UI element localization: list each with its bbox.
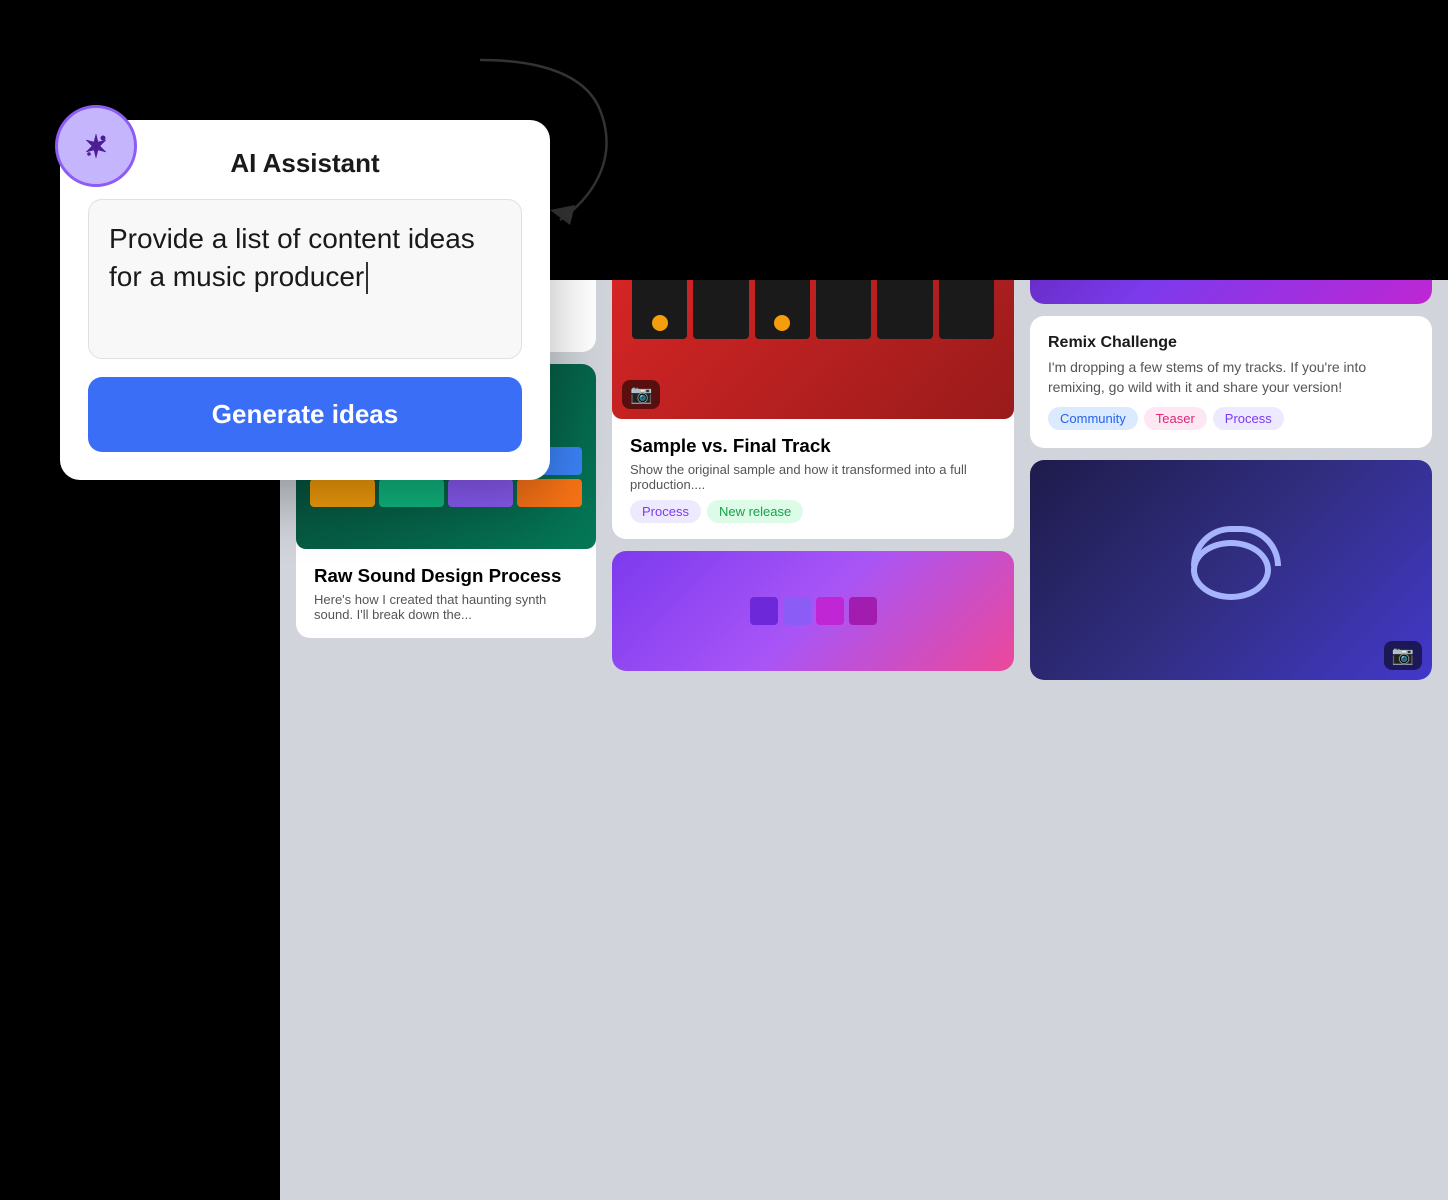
video-icon-headphone: 📷	[1384, 641, 1422, 670]
ai-assistant-panel: AI Assistant Provide a list of content i…	[60, 120, 550, 480]
card-green-partial[interactable]	[612, 551, 1014, 671]
ai-input-area[interactable]: Provide a list of content ideas for a mu…	[88, 199, 522, 359]
card-sample-desc: Show the original sample and how it tran…	[630, 462, 996, 492]
ai-input-text: Provide a list of content ideas for a mu…	[109, 223, 475, 292]
text-cursor	[366, 262, 368, 294]
card-sample-title: Sample vs. Final Track	[630, 435, 996, 457]
tag-community-remix: Community	[1048, 407, 1138, 430]
card-raw-sound-desc: Here's how I created that haunting synth…	[314, 592, 578, 622]
video-icon-sample: 📷	[622, 380, 660, 409]
ai-panel-title: AI Assistant	[88, 148, 522, 179]
card-remix-title: Remix Challenge	[1048, 334, 1414, 352]
card-remix-desc: I'm dropping a few stems of my tracks. I…	[1048, 358, 1414, 397]
card-raw-sound-title: Raw Sound Design Process	[314, 565, 578, 587]
tag-teaser-remix: Teaser	[1144, 407, 1207, 430]
card-remix[interactable]: Remix Challenge I'm dropping a few stems…	[1030, 316, 1432, 448]
tag-process-remix: Process	[1213, 407, 1284, 430]
tag-newrelease-sample: New release	[707, 500, 803, 523]
generate-ideas-button[interactable]: Generate ideas	[88, 377, 522, 452]
tag-process-sample: Process	[630, 500, 701, 523]
ai-icon-bubble[interactable]	[55, 105, 137, 187]
card-headphone[interactable]: 📷	[1030, 460, 1432, 680]
